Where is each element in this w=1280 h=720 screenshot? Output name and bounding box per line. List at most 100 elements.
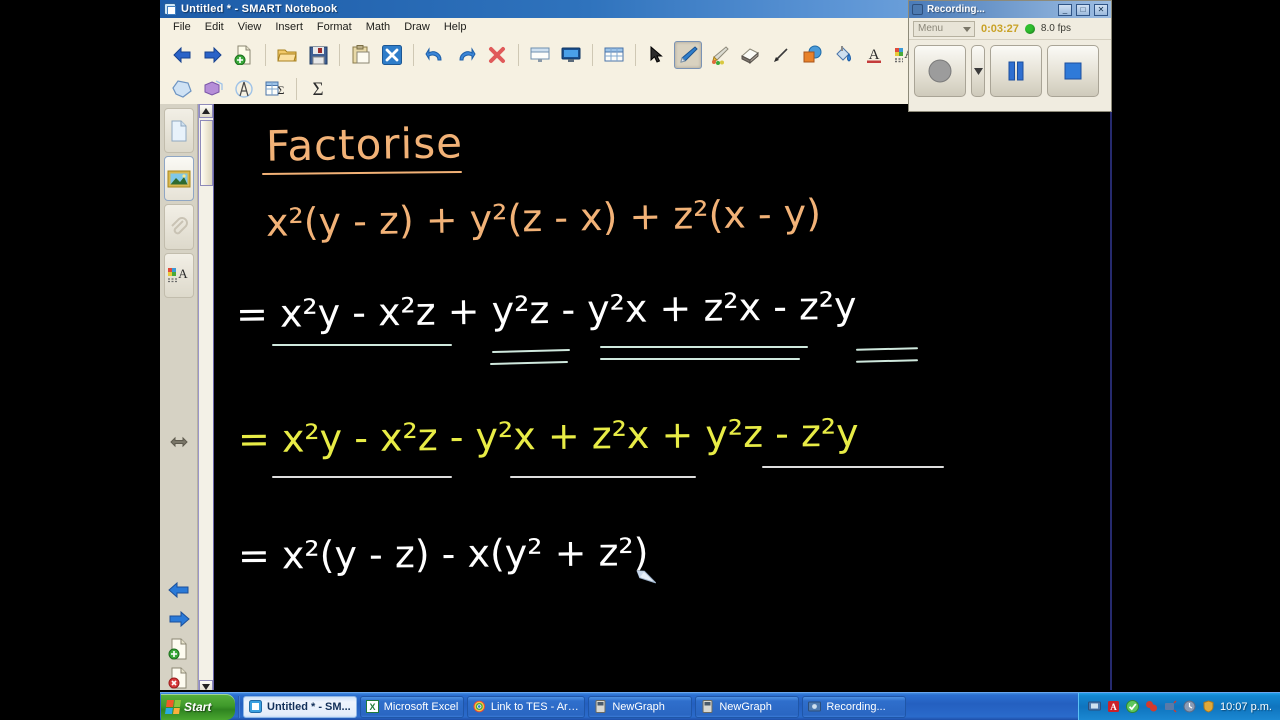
ink-expr-factored: = x²(y - z) - x(y² + z²) xyxy=(237,530,649,578)
sidebar-item-page-sorter[interactable] xyxy=(163,108,194,154)
recording-menu-label: Menu xyxy=(918,23,944,34)
full-screen-button[interactable] xyxy=(557,41,585,69)
irregular-shape-tool[interactable] xyxy=(168,75,196,103)
ink-expr-problem: x²(y - z) + y²(z - x) + z²(x - y) xyxy=(265,191,822,245)
new-page-button[interactable] xyxy=(165,635,193,662)
notebook-canvas[interactable]: Factorise x²(y - z) + y²(z - x) + z²(x -… xyxy=(214,104,1112,690)
close-button[interactable]: ✕ xyxy=(1094,3,1108,16)
antivirus-tray-icon[interactable] xyxy=(1125,700,1139,714)
menu-edit[interactable]: Edit xyxy=(198,20,231,34)
equation-tool[interactable]: Σ xyxy=(304,75,332,103)
recorder-icon xyxy=(912,4,923,15)
record-options-button[interactable] xyxy=(971,45,985,97)
ink-underline-regroup-1 xyxy=(272,476,452,478)
pause-button[interactable] xyxy=(990,45,1042,97)
work-area: A Factorise x²(y - z) + y²(z - x) + z²(x… xyxy=(160,104,1112,690)
ink-expr-regrouped: = x²y - x²z - y²x + z²x + y²z - z²y xyxy=(237,410,859,462)
delete-button[interactable] xyxy=(483,41,511,69)
start-button[interactable]: Start xyxy=(161,693,235,720)
save-button[interactable] xyxy=(304,41,332,69)
scroll-up-button[interactable] xyxy=(199,104,213,118)
menu-insert[interactable]: Insert xyxy=(268,20,310,34)
shapes-tool[interactable] xyxy=(798,41,826,69)
windows-flag-icon xyxy=(165,699,181,714)
fill-tool[interactable] xyxy=(829,41,857,69)
page-delete-icon xyxy=(168,667,186,689)
smart-exchange-button[interactable] xyxy=(378,41,406,69)
toolbar-separator xyxy=(413,44,414,66)
ink-underline-group-3 xyxy=(600,346,808,348)
recorder-icon xyxy=(808,701,822,712)
taskbar-label: Link to TES - Arti... xyxy=(490,700,580,713)
security-shield-tray-icon[interactable] xyxy=(1201,700,1215,714)
taskbar-item-excel[interactable]: X Microsoft Excel xyxy=(359,695,465,718)
vertical-scrollbar[interactable] xyxy=(198,104,214,690)
ink-line-regrouped: = x²y - x²z - y²x + z²x + y²z - z²y xyxy=(238,411,859,461)
menu-math[interactable]: Math xyxy=(359,20,397,34)
3d-shape-tool[interactable] xyxy=(199,75,227,103)
undo-button[interactable] xyxy=(421,41,449,69)
record-circle-icon xyxy=(928,59,952,83)
taskbar-item-newgraph-2[interactable]: NewGraph xyxy=(695,695,800,718)
back-button[interactable] xyxy=(168,41,196,69)
volume-tray-icon[interactable] xyxy=(1163,700,1177,714)
ink-line-factored: = x²(y - z) - x(y² + z²) xyxy=(238,530,649,578)
line-tool[interactable] xyxy=(767,41,795,69)
maximize-button[interactable]: □ xyxy=(1076,3,1090,16)
stop-square-icon xyxy=(1064,62,1082,80)
recording-menu-dropdown[interactable]: Menu xyxy=(913,20,975,37)
ink-underline-group-2 xyxy=(491,348,571,354)
previous-page-button[interactable] xyxy=(165,576,193,603)
chrome-icon xyxy=(473,700,486,713)
taskbar-item-newgraph-1[interactable]: NewGraph xyxy=(588,695,693,718)
paste-button[interactable] xyxy=(347,41,375,69)
menu-file[interactable]: File xyxy=(166,20,198,34)
menu-help[interactable]: Help xyxy=(437,20,474,34)
eraser-tool[interactable] xyxy=(736,41,764,69)
redo-button[interactable] xyxy=(452,41,480,69)
taskbar: Start Untitled * - SM... X Microsoft Exc… xyxy=(160,692,1280,720)
taskbar-clock[interactable]: 10:07 p.m. xyxy=(1220,701,1272,713)
sidebar-item-gallery[interactable] xyxy=(163,156,194,202)
forward-button[interactable] xyxy=(199,41,227,69)
pen-tool[interactable] xyxy=(674,41,702,69)
toolbar-separator xyxy=(296,78,297,100)
menu-view[interactable]: View xyxy=(231,20,269,34)
screen-shade-button[interactable] xyxy=(526,41,554,69)
open-button[interactable] xyxy=(273,41,301,69)
next-page-button[interactable] xyxy=(165,606,193,633)
select-tool[interactable] xyxy=(643,41,671,69)
sidebar: A xyxy=(160,104,198,690)
taskbar-item-recording[interactable]: Recording... xyxy=(802,695,907,718)
ink-underline-regroup-2 xyxy=(510,476,696,478)
minimize-button[interactable]: _ xyxy=(1058,3,1072,16)
record-button[interactable] xyxy=(914,45,966,97)
add-page-button[interactable] xyxy=(230,41,258,69)
ink-underline-regroup-3 xyxy=(762,466,944,468)
network-tray-icon[interactable] xyxy=(1144,700,1158,714)
menu-draw[interactable]: Draw xyxy=(397,20,437,34)
caret-down-icon xyxy=(973,67,983,75)
blue-right-arrow-icon xyxy=(169,611,190,628)
adobe-reader-tray-icon[interactable]: A xyxy=(1106,700,1120,714)
clock-tray-icon[interactable] xyxy=(1182,700,1196,714)
svg-text:A: A xyxy=(178,266,188,281)
smart-board-tray-icon[interactable] xyxy=(1087,700,1101,714)
stop-button[interactable] xyxy=(1047,45,1099,97)
compass-tool[interactable] xyxy=(230,75,258,103)
scrollbar-thumb[interactable] xyxy=(200,120,213,186)
taskbar-item-chrome[interactable]: Link to TES - Arti... xyxy=(467,695,586,718)
delete-page-button[interactable] xyxy=(165,665,193,690)
taskbar-item-notebook[interactable]: Untitled * - SM... xyxy=(243,695,357,718)
text-tool[interactable]: A xyxy=(860,41,888,69)
table-button[interactable] xyxy=(600,41,628,69)
newgraph-icon xyxy=(702,700,713,713)
table-sigma-tool[interactable]: Σ xyxy=(261,75,289,103)
scroll-down-button[interactable] xyxy=(199,680,213,690)
sidebar-item-properties[interactable]: A xyxy=(163,252,194,298)
sidebar-resize-handle[interactable] xyxy=(165,429,193,456)
creative-pen-tool[interactable] xyxy=(705,41,733,69)
sidebar-item-attachments[interactable] xyxy=(163,204,194,250)
ink-underline-group-4b xyxy=(855,359,919,363)
menu-format[interactable]: Format xyxy=(310,20,359,34)
